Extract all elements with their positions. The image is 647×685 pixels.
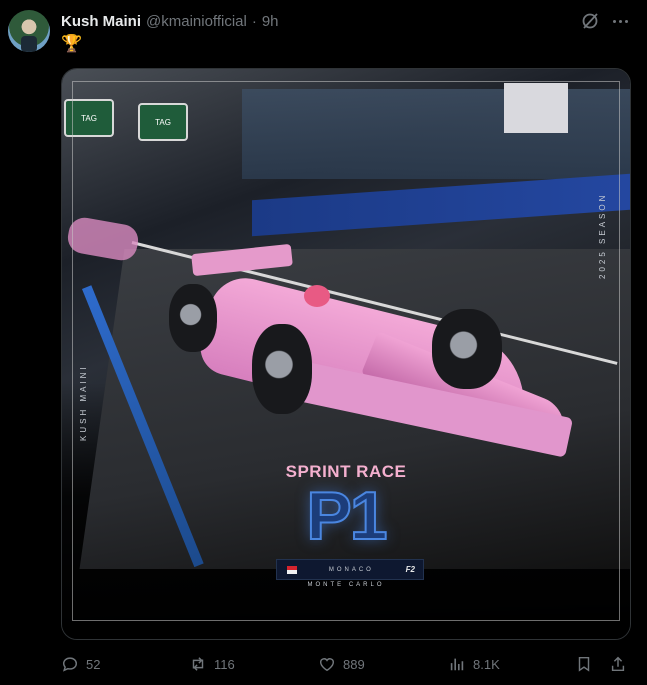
author-handle[interactable]: @kmainiofficial (146, 13, 247, 30)
post-media-image[interactable]: TAG TAG 2025 SEASON KUSH MAINI SPRINT RA… (61, 68, 631, 640)
post-header: Kush Maini @kmainiofficial · 9h (61, 11, 279, 31)
driver-name-vertical: KUSH MAINI (79, 364, 88, 441)
bookmark-button[interactable] (575, 653, 593, 675)
views-count: 8.1K (473, 656, 500, 672)
reply-button[interactable]: 52 (61, 653, 100, 675)
location-bar: MONACO F2 (276, 559, 424, 580)
more-options-icon[interactable] (609, 11, 631, 31)
repost-button[interactable]: 116 (189, 653, 235, 675)
reply-count: 52 (86, 656, 101, 672)
reply-icon (62, 657, 78, 672)
separator: · (251, 12, 257, 30)
like-count: 889 (343, 656, 365, 672)
heart-icon (319, 658, 335, 672)
repost-icon (192, 657, 204, 671)
share-icon (611, 656, 625, 672)
share-button[interactable] (609, 653, 627, 675)
avatar[interactable] (8, 10, 50, 52)
like-button[interactable]: 889 (318, 653, 365, 675)
bookmark-icon (578, 656, 590, 672)
views-button[interactable]: 8.1K (448, 653, 500, 675)
grok-icon[interactable] (580, 11, 600, 31)
views-chart-icon (450, 658, 464, 671)
post-time[interactable]: 9h (262, 13, 279, 30)
repost-count: 116 (214, 656, 235, 672)
action-bar: 52 116 889 8.1K (0, 653, 647, 675)
f2-logo: F2 (405, 565, 415, 574)
season-label: 2025 SEASON (598, 192, 607, 279)
finishing-position: P1 (305, 477, 388, 555)
monaco-flag-icon (287, 565, 297, 574)
location-label: MONACO (328, 566, 374, 573)
author-name[interactable]: Kush Maini (61, 13, 141, 30)
circuit-label: MONTE CARLO (307, 582, 385, 588)
trophy-emoji: 🏆 (61, 34, 83, 53)
